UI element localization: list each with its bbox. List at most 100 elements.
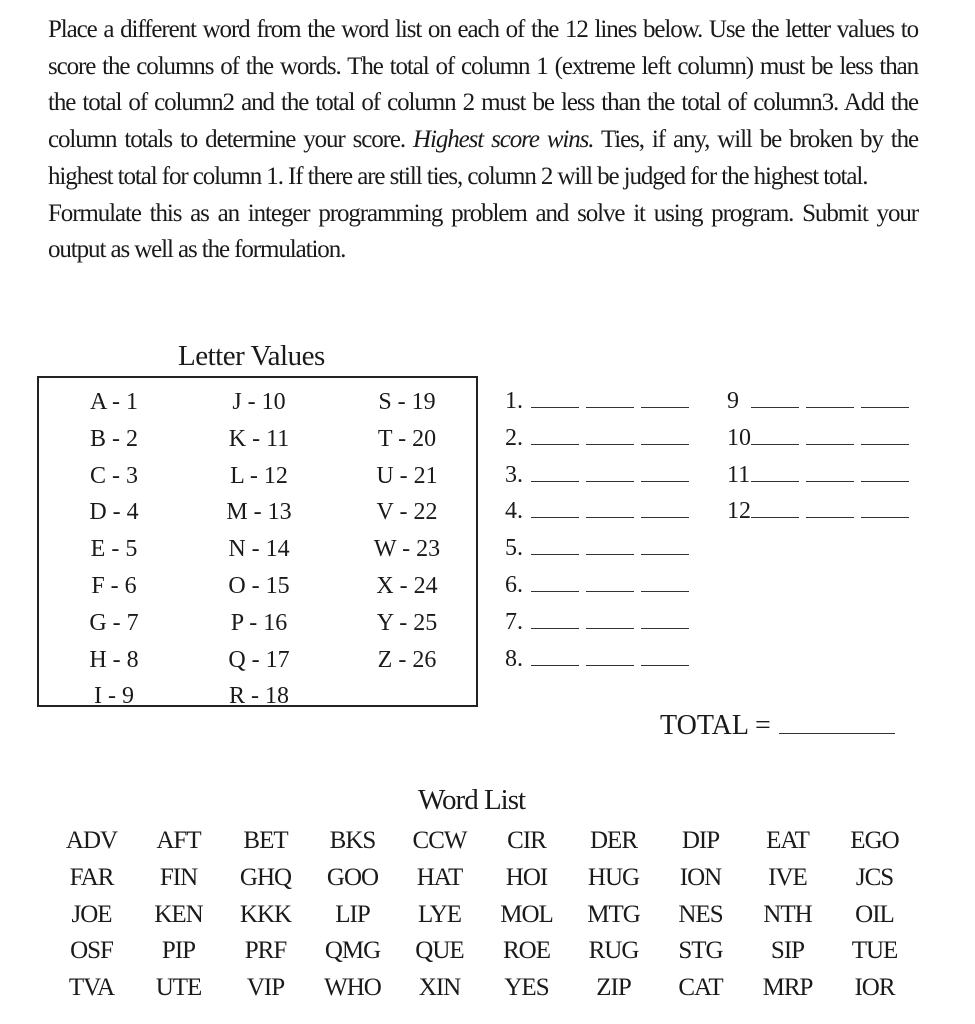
- word: TUE: [851, 937, 899, 965]
- blank-column-3[interactable]: [641, 608, 689, 629]
- word: KEN: [154, 900, 203, 928]
- letter-values-column-2: J - 10 K - 11 L - 12 M - 13 N - 14 O - 1…: [215, 384, 303, 715]
- letter-value: O - 15: [228, 572, 290, 599]
- line-number: 5.: [505, 535, 523, 562]
- word: CIR: [507, 827, 547, 854]
- letter-value: C - 3: [90, 462, 138, 489]
- blank-column-2[interactable]: [806, 387, 854, 408]
- answer-line: 4.: [505, 493, 696, 530]
- word: DIP: [681, 827, 720, 854]
- blank-column-1[interactable]: [531, 497, 579, 519]
- blank-column-1[interactable]: [531, 645, 579, 666]
- line-number: 9: [727, 388, 739, 414]
- blank-column-2[interactable]: [586, 608, 634, 629]
- word: IOR: [854, 974, 895, 1002]
- word: TVA: [68, 974, 115, 1002]
- letter-value: A - 1: [90, 389, 138, 415]
- line-number: 1.: [505, 388, 523, 414]
- word: XIN: [418, 974, 461, 1002]
- answer-line: 11: [727, 457, 916, 494]
- word-list-title: Word List: [418, 784, 526, 816]
- word: JOE: [71, 900, 112, 928]
- word: JCS: [855, 863, 894, 891]
- word: CAT: [678, 974, 723, 1002]
- letter-value: I - 9: [94, 683, 134, 710]
- blank-column-2[interactable]: [586, 461, 634, 482]
- letter-value: X - 24: [376, 572, 438, 599]
- blank-column-3[interactable]: [641, 497, 689, 519]
- answer-line: 2.: [505, 420, 696, 457]
- blank-column-1[interactable]: [751, 461, 799, 482]
- word: MOL: [500, 900, 554, 928]
- word-list-row: TVA UTE VIP WHO XIN YES ZIP CAT MRP IOR: [48, 970, 918, 1007]
- word-list-row: OSF PIP PRF QMG QUE ROE RUG STG SIP TUE: [48, 933, 918, 970]
- word: SIP: [770, 937, 805, 965]
- blank-column-2[interactable]: [586, 497, 634, 519]
- answer-line: 6.: [505, 567, 696, 604]
- blank-column-3[interactable]: [861, 387, 909, 408]
- blank-column-3[interactable]: [641, 571, 689, 592]
- answer-lines-right: 9 10 11 12: [727, 383, 916, 530]
- blank-column-1[interactable]: [531, 461, 579, 482]
- letter-value: M - 13: [226, 499, 292, 526]
- blank-column-3[interactable]: [861, 497, 909, 519]
- line-number: 4.: [505, 498, 523, 525]
- word: MTG: [587, 900, 641, 928]
- letter-value: P - 16: [230, 609, 288, 636]
- blank-column-3[interactable]: [641, 387, 689, 408]
- word: VIP: [246, 974, 285, 1002]
- total-blank[interactable]: [778, 711, 895, 734]
- word: YES: [504, 974, 549, 1002]
- highest-score-wins: Highest score wins.: [413, 126, 594, 154]
- letter-value: T - 20: [377, 425, 437, 452]
- letter-value: K - 11: [228, 425, 290, 452]
- word: HOI: [505, 863, 548, 891]
- word: OIL: [855, 900, 895, 928]
- answer-line: 3.: [505, 457, 696, 494]
- letter-value: U - 21: [376, 462, 438, 489]
- blank-column-2[interactable]: [586, 645, 634, 666]
- letter-values-table: A - 1 B - 2 C - 3 D - 4 E - 5 F - 6 G - …: [37, 376, 478, 709]
- blank-column-3[interactable]: [641, 645, 689, 666]
- word: GHQ: [239, 863, 292, 891]
- word: EGO: [850, 827, 899, 854]
- blank-column-1[interactable]: [751, 387, 799, 408]
- letter-value: R - 18: [229, 683, 289, 710]
- blank-column-2[interactable]: [806, 497, 854, 519]
- word: ZIP: [596, 974, 632, 1002]
- blank-column-1[interactable]: [531, 571, 579, 592]
- word: DER: [590, 827, 638, 854]
- blank-column-1[interactable]: [531, 534, 579, 556]
- line-number: 12: [727, 498, 751, 525]
- blank-column-3[interactable]: [861, 424, 909, 445]
- blank-column-2[interactable]: [806, 424, 854, 445]
- letter-value: J - 10: [232, 389, 286, 415]
- answer-line: 10: [727, 420, 916, 457]
- letter-value: Y - 25: [376, 609, 438, 636]
- blank-column-2[interactable]: [586, 387, 634, 408]
- blank-column-1[interactable]: [531, 387, 579, 408]
- blank-column-1[interactable]: [531, 424, 579, 445]
- blank-column-3[interactable]: [641, 534, 689, 556]
- word: HUG: [587, 863, 640, 891]
- word: NES: [678, 900, 723, 928]
- letter-value: S - 19: [378, 389, 436, 415]
- letter-value: Z - 26: [377, 646, 437, 673]
- blank-column-2[interactable]: [806, 461, 854, 482]
- blank-column-1[interactable]: [751, 497, 799, 519]
- answer-line: 7.: [505, 604, 696, 641]
- answer-line: 8.: [505, 641, 696, 678]
- blank-column-1[interactable]: [751, 424, 799, 445]
- answer-lines-left: 1. 2. 3. 4. 5. 6. 7. 8.: [505, 383, 696, 677]
- blank-column-3[interactable]: [641, 424, 689, 445]
- letter-value: E - 5: [90, 536, 138, 563]
- blank-column-2[interactable]: [586, 424, 634, 445]
- blank-column-3[interactable]: [641, 461, 689, 482]
- blank-column-2[interactable]: [586, 571, 634, 592]
- blank-column-1[interactable]: [531, 608, 579, 629]
- blank-column-3[interactable]: [861, 461, 909, 482]
- total-line: TOTAL =: [660, 710, 895, 742]
- blank-column-2[interactable]: [586, 534, 634, 556]
- line-number: 2.: [505, 424, 523, 451]
- answer-line: 1.: [505, 383, 696, 420]
